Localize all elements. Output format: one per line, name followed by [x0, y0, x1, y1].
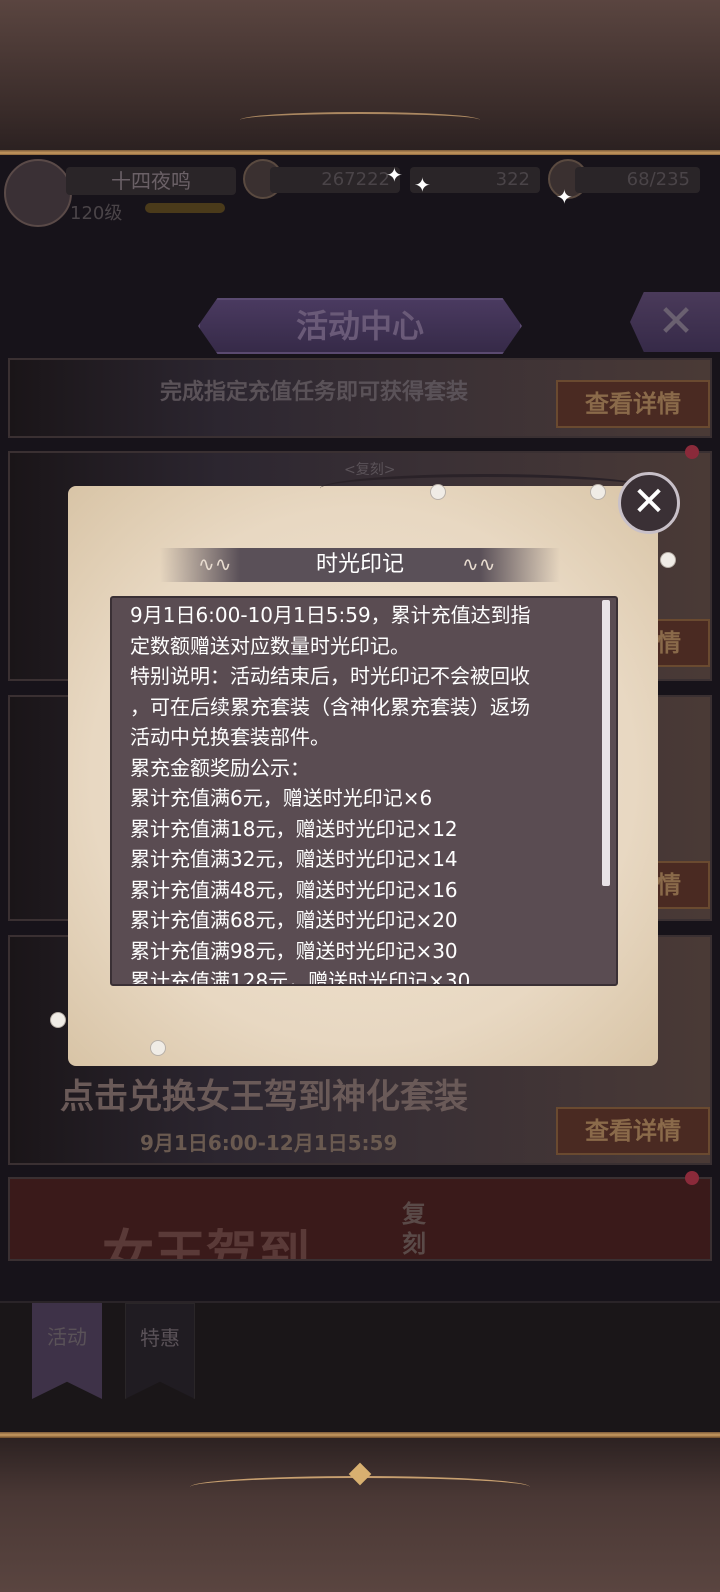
content-line: 活动中兑换套装部件。 — [130, 725, 330, 749]
content-line: 累充金额奖励公示： — [130, 755, 310, 780]
stamina-count[interactable]: 68/235 — [575, 167, 700, 193]
bottom-gold-bar — [0, 1432, 720, 1438]
player-name: 十四夜鸣 — [66, 167, 236, 195]
view-details-button[interactable]: 查看详情 — [556, 380, 710, 428]
rose-decoration — [430, 484, 446, 500]
close-button[interactable]: ✕ — [630, 292, 720, 352]
content-line: 累计充值满18元，赠送时光印记×12 — [130, 816, 458, 841]
activity-card[interactable]: 完成指定充值任务即可获得套装 查看详情 — [8, 358, 712, 438]
content-line: 特别说明：活动结束后，时光印记不会被回收 — [130, 664, 530, 688]
content-line: 定数额赠送对应数量时光印记。 — [130, 633, 410, 658]
rose-decoration — [660, 552, 676, 568]
content-line: 累计充值满6元，赠送时光印记×6 — [130, 786, 433, 810]
content-line: 累计充值满68元，赠送时光印记×20 — [130, 908, 458, 932]
content-line: 累计充值满128元，赠送时光印记×30 — [130, 969, 471, 986]
content-line: 累计充值满98元，赠送时光印记×30 — [130, 938, 458, 963]
content-line: ，可在后续累充套装（含神化累充套装）返场 — [130, 694, 530, 719]
page-title: 活动中心 — [198, 298, 522, 354]
top-ornament — [240, 112, 480, 128]
card-caption: 完成指定充值任务即可获得套装 — [160, 380, 469, 405]
card-side-text: 复刻 — [402, 1200, 426, 1258]
tab-bar: 活动 特惠 — [0, 1301, 720, 1431]
exp-bar — [145, 203, 225, 213]
rose-decoration — [590, 484, 606, 500]
top-frame — [0, 0, 720, 155]
tab-activity[interactable]: 活动 — [32, 1303, 102, 1399]
card-headline: 女王驾到 — [102, 1226, 311, 1261]
card-date: 9月1日6:00-12月1日5:59 — [140, 1131, 398, 1155]
content-line: 累计充值满48元，赠送时光印记×16 — [130, 877, 458, 902]
view-details-button[interactable]: 查看详情 — [556, 1107, 710, 1155]
coin-count[interactable]: 267222 — [270, 167, 400, 193]
rose-decoration — [150, 1040, 166, 1056]
notification-dot — [685, 1171, 699, 1185]
swirl-left-icon: ∿∿ — [198, 552, 232, 576]
scrollbar[interactable] — [602, 600, 610, 886]
avatar[interactable] — [4, 159, 72, 227]
popup-content[interactable]: 9月1日6:00-10月1日5:59，累计充值达到指 定数额赠送对应数量时光印记… — [110, 596, 618, 986]
tab-special-offer[interactable]: 特惠 — [125, 1303, 195, 1399]
notification-dot — [685, 445, 699, 459]
popup-close-button[interactable]: ✕ — [618, 472, 680, 534]
swirl-right-icon: ∿∿ — [462, 552, 496, 576]
player-level: 120级 — [70, 203, 123, 224]
sparkle-icon: ✦ — [386, 163, 403, 187]
rose-decoration — [50, 1012, 66, 1028]
card-headline: 点击兑换女王驾到神化套装 — [60, 1077, 468, 1117]
sparkle-icon: ✦ — [556, 185, 573, 209]
content-line: 9月1日6:00-10月1日5:59，累计充值达到指 — [130, 603, 531, 627]
sparkle-icon: ✦ — [414, 173, 431, 197]
activity-card[interactable]: 女王驾到 复刻 — [8, 1177, 712, 1261]
bottom-frame — [0, 1434, 720, 1592]
content-line: 累计充值满32元，赠送时光印记×14 — [130, 847, 458, 871]
